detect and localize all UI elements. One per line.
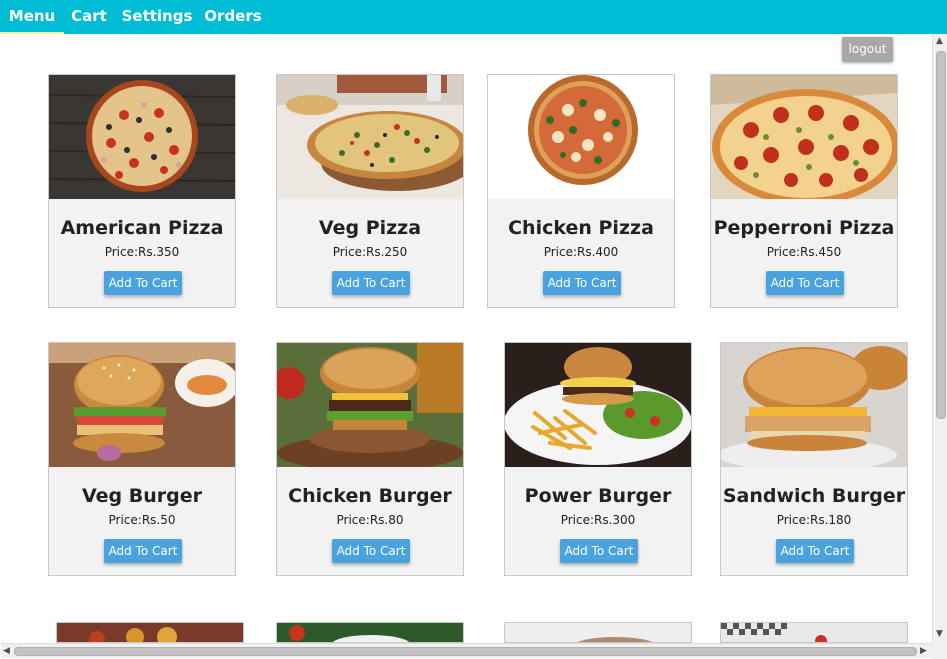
product-card: Chicken Pizza Price:Rs.400 Add To Cart [487, 74, 675, 308]
scroll-up-arrow-icon[interactable]: ▲ [936, 35, 943, 47]
chicken-burger-image [277, 343, 463, 467]
add-to-cart-button[interactable]: Add To Cart [104, 271, 182, 295]
add-to-cart-button[interactable]: Add To Cart [560, 539, 638, 563]
product-name: Sandwich Burger [722, 485, 906, 507]
product-price: Price:Rs.180 [776, 513, 852, 527]
partial-card-image [276, 622, 464, 643]
scrollbar-corner [932, 643, 947, 659]
product-name: Power Burger [524, 485, 672, 507]
scroll-down-arrow-icon[interactable]: ▼ [936, 628, 943, 640]
product-price: Price:Rs.80 [336, 513, 404, 527]
tab-orders[interactable]: Orders [203, 0, 263, 33]
partial-card-image [720, 622, 908, 643]
chicken-pizza-image [488, 75, 674, 199]
american-pizza-image [49, 75, 235, 199]
product-card: Power Burger Price:Rs.300 Add To Cart [504, 342, 692, 576]
product-card: American Pizza Price:Rs.350 Add To Cart [48, 74, 236, 308]
add-to-cart-button[interactable]: Add To Cart [776, 539, 854, 563]
partial-card-image [504, 622, 692, 643]
product-card: Pepperroni Pizza Price:Rs.450 Add To Car… [710, 74, 898, 308]
product-card: Veg Burger Price:Rs.50 Add To Cart [48, 342, 236, 576]
product-name: Veg Pizza [318, 217, 422, 239]
add-to-cart-button[interactable]: Add To Cart [104, 539, 182, 563]
product-price: Price:Rs.300 [560, 513, 636, 527]
product-name: Chicken Burger [288, 485, 452, 507]
product-price: Price:Rs.400 [543, 245, 619, 259]
product-name: American Pizza [60, 217, 224, 239]
vertical-scrollbar[interactable]: ▲ ▼ [932, 34, 947, 643]
product-price: Price:Rs.50 [108, 513, 176, 527]
power-burger-image [505, 343, 691, 467]
veg-burger-image [49, 343, 235, 467]
add-to-cart-button[interactable]: Add To Cart [332, 539, 410, 563]
product-name: Pepperroni Pizza [713, 217, 895, 239]
pepperoni-pizza-image [711, 75, 897, 199]
sandwich-burger-image [721, 343, 907, 467]
add-to-cart-button[interactable]: Add To Cart [766, 271, 844, 295]
product-card: Sandwich Burger Price:Rs.180 Add To Cart [720, 342, 908, 576]
horizontal-scrollbar-thumb[interactable] [14, 647, 917, 656]
product-price: Price:Rs.250 [332, 245, 408, 259]
product-card: Chicken Burger Price:Rs.80 Add To Cart [276, 342, 464, 576]
vertical-scrollbar-thumb[interactable] [936, 51, 946, 419]
product-price: Price:Rs.450 [766, 245, 842, 259]
tab-cart[interactable]: Cart [68, 0, 110, 33]
add-to-cart-button[interactable]: Add To Cart [543, 271, 621, 295]
scroll-right-arrow-icon[interactable]: ▶ [920, 645, 927, 657]
product-name: Veg Burger [81, 485, 202, 507]
tab-settings[interactable]: Settings [120, 0, 194, 33]
logout-button[interactable]: logout [842, 37, 893, 62]
partial-card-image [56, 622, 244, 643]
product-name: Chicken Pizza [508, 217, 654, 239]
horizontal-scrollbar[interactable]: ◀ ▶ [1, 643, 932, 658]
scroll-left-arrow-icon[interactable]: ◀ [3, 645, 10, 657]
top-nav-bar: Menu Cart Settings Orders [0, 0, 947, 34]
product-card: Veg Pizza Price:Rs.250 Add To Cart [276, 74, 464, 308]
add-to-cart-button[interactable]: Add To Cart [332, 271, 410, 295]
product-price: Price:Rs.350 [104, 245, 180, 259]
veg-pizza-image [277, 75, 463, 199]
tab-menu[interactable]: Menu [0, 0, 64, 34]
